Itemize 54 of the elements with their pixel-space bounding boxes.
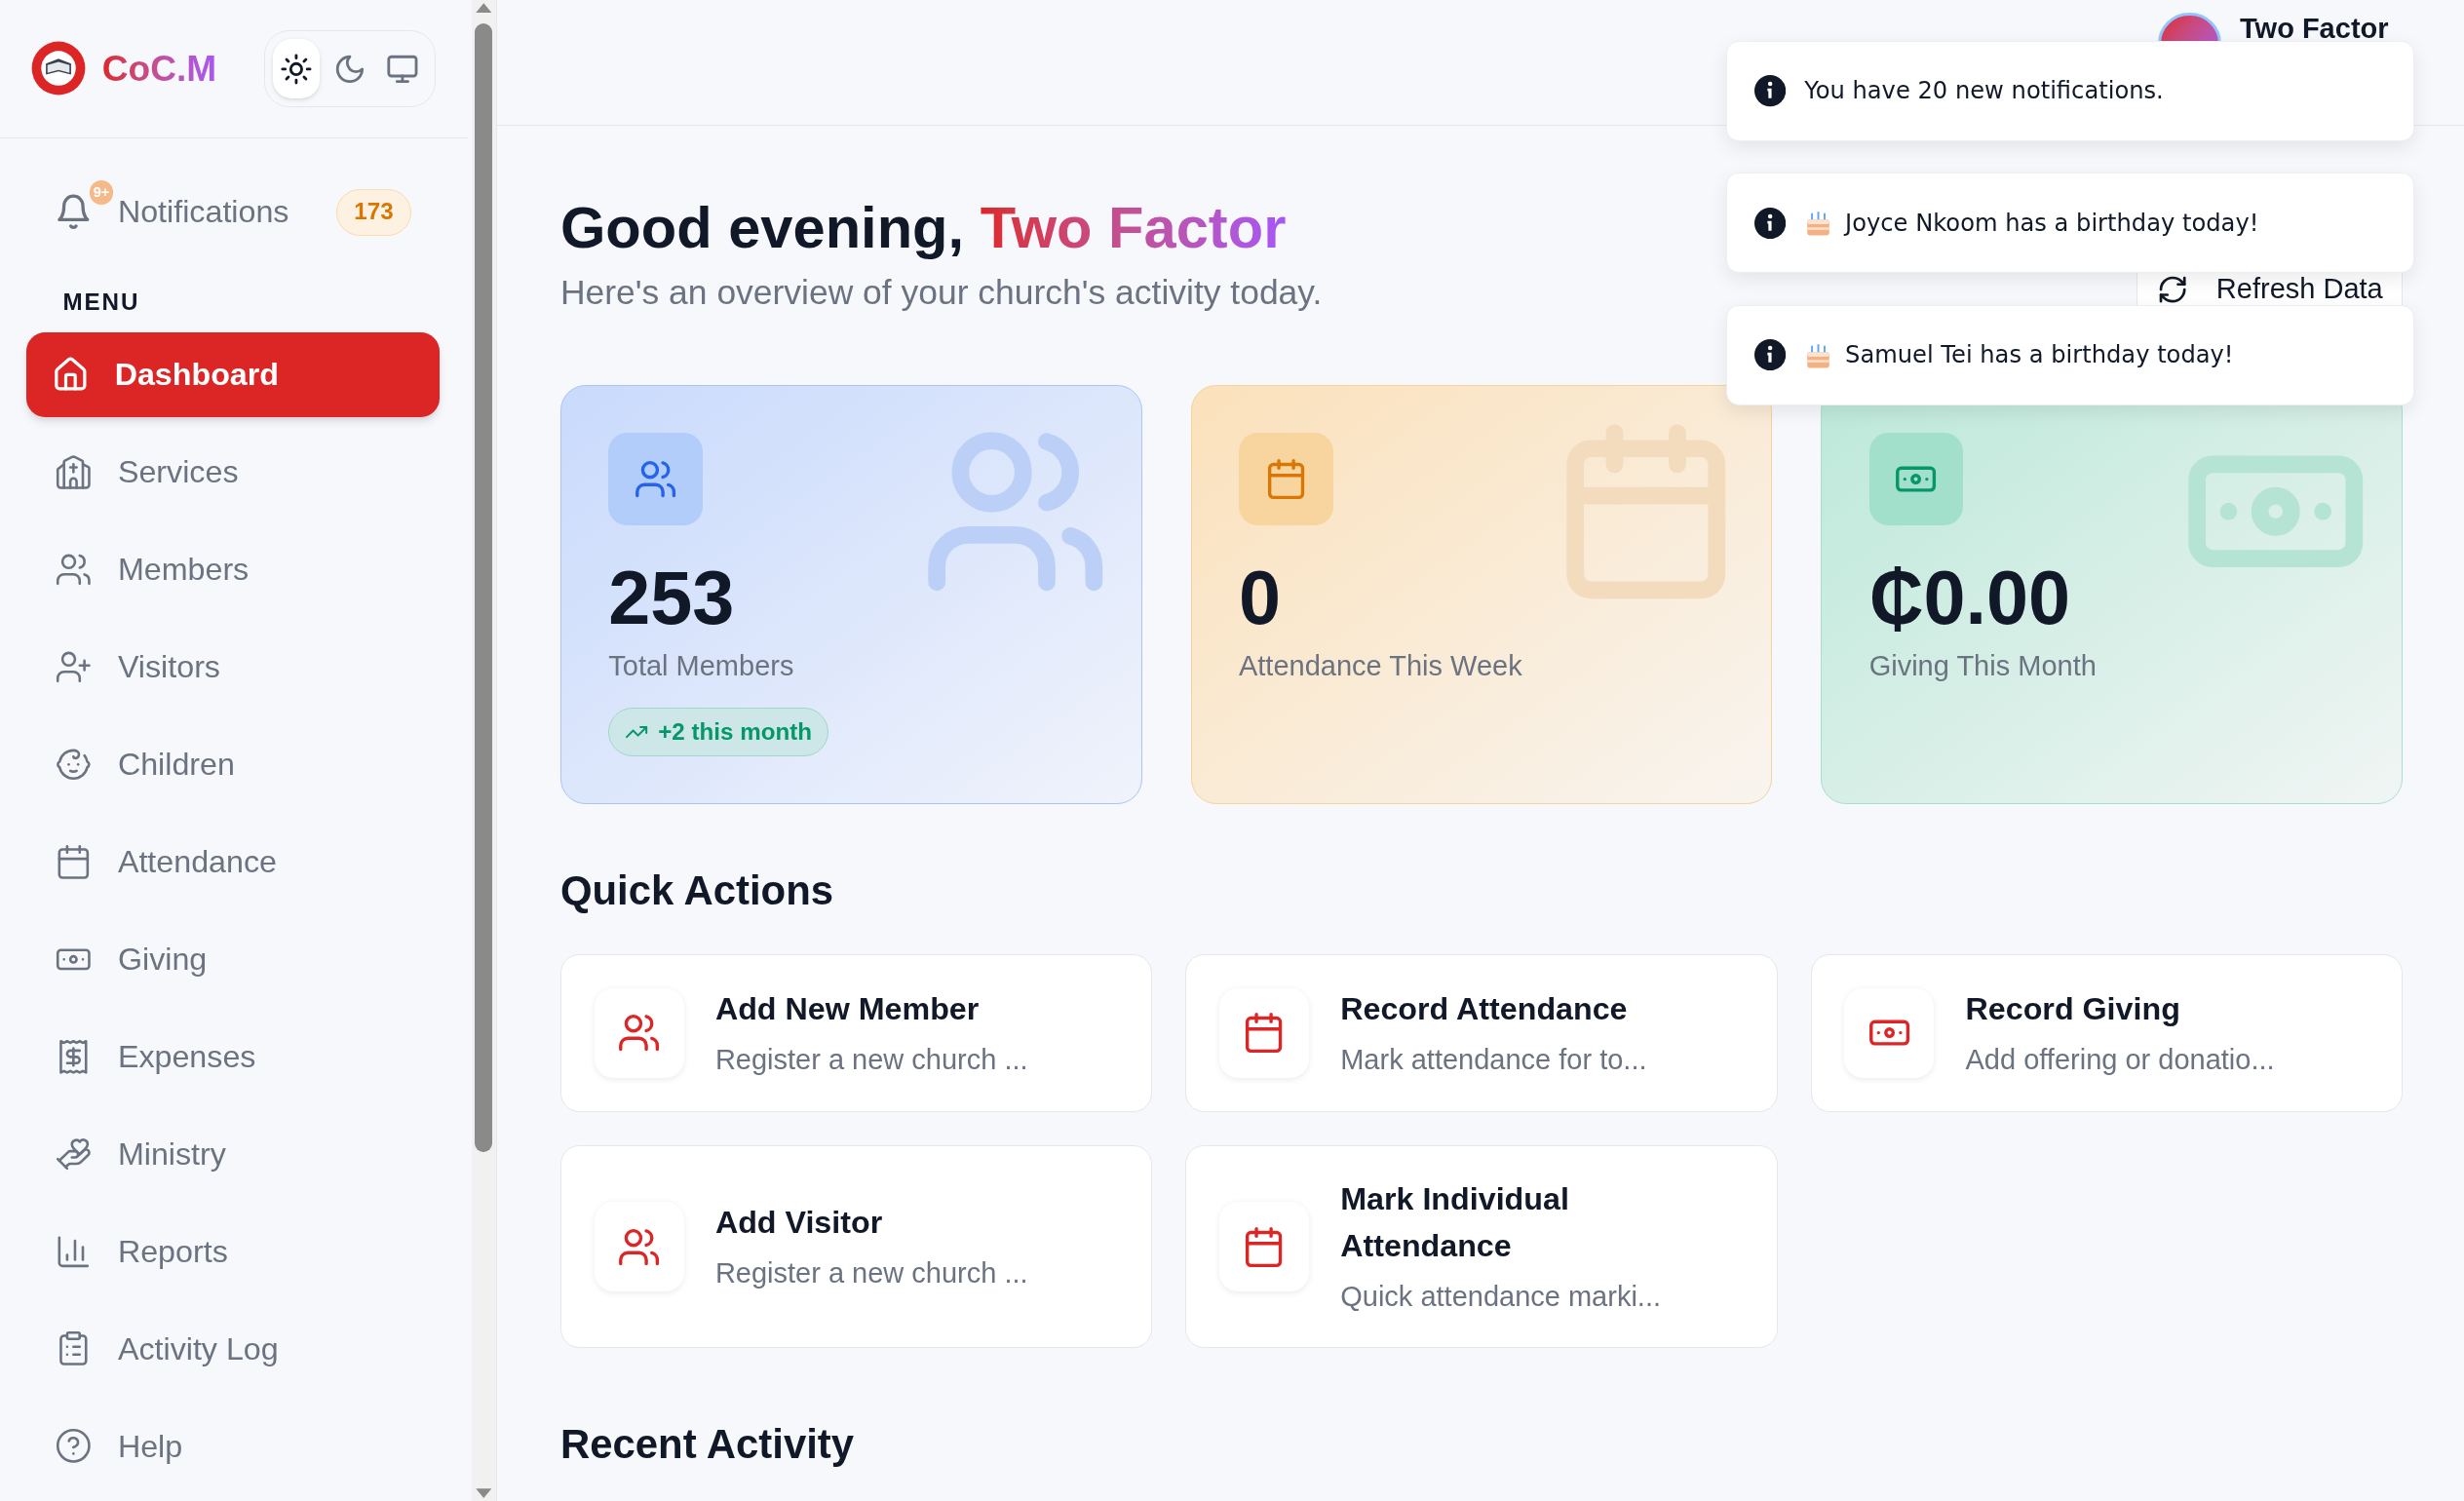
sidebar-item[interactable]: Dashboard: [26, 331, 441, 417]
section-heading: Quick Actions: [559, 866, 835, 916]
info-icon: [1753, 207, 1786, 239]
sidebar-item[interactable]: Ministry: [26, 1111, 441, 1197]
notification-count: 173: [335, 188, 412, 236]
user-name: Two Factor: [2240, 12, 2389, 45]
greeting-heading: Good evening, Two Factor: [559, 193, 1288, 262]
toast-message: Samuel Tei has a birthday today!: [1845, 340, 2234, 371]
toast-message: You have 20 new notifications.: [1804, 76, 2164, 107]
action-card[interactable]: Mark Individual Attendance Quick attendance marki...: [1185, 1145, 1778, 1349]
toast-message: Joyce Nkoom has a birthday today!: [1845, 208, 2259, 239]
action-title: Record Giving: [1965, 989, 2181, 1028]
stat-value: 0: [1238, 555, 1282, 642]
section-label: MENU: [62, 287, 141, 317]
action-description: Add offering or donatio...: [1965, 1042, 2275, 1077]
stat-value: 253: [608, 555, 736, 642]
help-icon: [55, 1427, 94, 1466]
action-description: Register a new church ...: [714, 1042, 1028, 1077]
sidebar-item[interactable]: Expenses: [26, 1014, 441, 1099]
stat-label: Total Members: [608, 648, 795, 683]
info-icon: [1753, 339, 1786, 371]
stat-label: Giving This Month: [1868, 648, 2098, 683]
sidebar-item[interactable]: Help: [26, 1404, 441, 1489]
action-description: Mark attendance for to...: [1340, 1042, 1647, 1077]
sidebar-item[interactable]: Visitors: [26, 624, 441, 710]
sun-icon: [279, 52, 313, 86]
action-card[interactable]: Add Visitor Register a new church ...: [559, 1145, 1153, 1349]
stat-label: Attendance This Week: [1238, 648, 1523, 683]
action-card[interactable]: Add New Member Register a new church ...: [559, 953, 1153, 1113]
sidebar-item[interactable]: Giving: [26, 916, 441, 1002]
notifications-link[interactable]: Notifications: [117, 188, 289, 236]
scrollbar[interactable]: [471, 0, 497, 1501]
action-description: Register a new church ...: [714, 1255, 1028, 1290]
action-card[interactable]: Record Attendance Mark attendance for to...: [1185, 953, 1778, 1113]
church-icon: [55, 453, 94, 491]
action-title: Add New Member: [714, 989, 981, 1028]
section-heading: Recent Activity: [559, 1419, 856, 1469]
sidebar-item[interactable]: Services: [26, 429, 441, 515]
trend-badge: +2 this month: [608, 708, 829, 757]
sidebar-item[interactable]: Activity Log: [26, 1306, 441, 1392]
action-description: Quick attendance marki...: [1340, 1280, 1663, 1314]
greeting-subtitle: Here's an overview of your church's activity today.: [559, 272, 1323, 315]
action-title: Record Attendance: [1340, 989, 1629, 1028]
sidebar-item[interactable]: Members: [26, 526, 441, 612]
action-title: Mark Individual Attendance: [1340, 1179, 1570, 1266]
sidebar-item[interactable]: Attendance: [26, 819, 441, 904]
stat-value: ₵0.00: [1868, 555, 2072, 642]
sidebar-item[interactable]: Children: [26, 721, 441, 807]
sidebar-item[interactable]: Reports: [26, 1209, 441, 1294]
info-icon: [1753, 75, 1786, 107]
action-title: Add Visitor: [714, 1204, 884, 1243]
logo-icon: [29, 40, 87, 97]
action-card[interactable]: Record Giving Add offering or donatio...: [1810, 953, 2404, 1113]
theme-toggle[interactable]: [272, 38, 320, 99]
